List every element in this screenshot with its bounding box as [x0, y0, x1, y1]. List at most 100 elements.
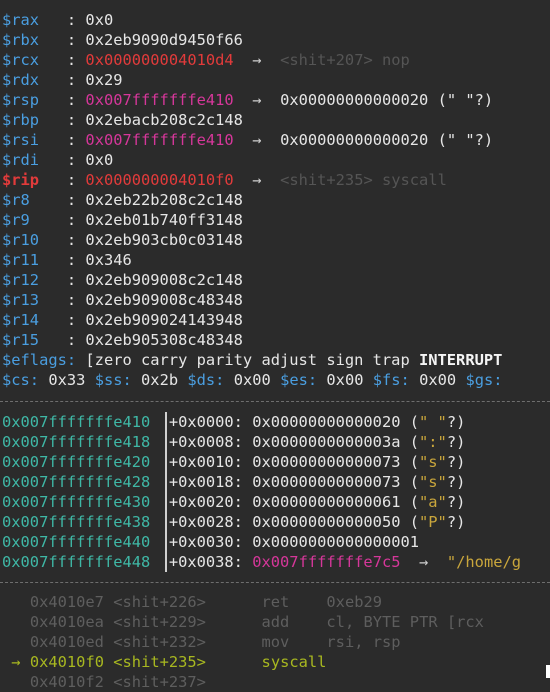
- register-value: 0x346: [85, 251, 132, 269]
- disasm-address: 0x4010f2: [29, 673, 104, 691]
- arrow-icon: →: [252, 171, 262, 189]
- stack-offset: +0x0018:: [168, 473, 243, 491]
- register-value: 0x0: [85, 11, 114, 29]
- stack-offset: +0x0020:: [168, 493, 243, 511]
- register-value: 0x000000004010d4: [85, 51, 234, 69]
- register-name: $rsi: [2, 131, 40, 149]
- register-row: $r15 : 0x2eb905308c48348: [2, 331, 243, 349]
- register-value: 0x2eb909008c2c148: [85, 271, 243, 289]
- arrow-icon: →: [252, 91, 262, 109]
- disasm-operands: cl, BYTE PTR [rcx: [326, 613, 484, 631]
- stack-char: "a": [419, 493, 447, 511]
- register-name: $r12: [2, 271, 40, 289]
- register-row: $r9 : 0x2eb01b740ff3148: [2, 211, 243, 229]
- register-row: $rip : 0x000000004010f0 → <shit+235> sys…: [2, 171, 447, 189]
- stack-char: "s": [419, 473, 447, 491]
- stack-address: 0x007fffffffe438: [2, 513, 151, 531]
- register-value: 0x2eb01b740ff3148: [85, 211, 243, 229]
- stack-address: 0x007fffffffe448: [2, 553, 151, 571]
- register-name: $r13: [2, 291, 40, 309]
- stack-value: 0x00000000000050 (: [242, 513, 420, 531]
- segment-name: $ds:: [187, 371, 225, 389]
- register-value: 0x2eb905308c48348: [85, 331, 243, 349]
- disasm-address: 0x4010ea: [29, 613, 104, 631]
- disasm-mnemonic: mov: [261, 633, 290, 651]
- register-value: 0x000000004010f0: [85, 171, 234, 189]
- segment-name: $es:: [280, 371, 318, 389]
- register-name: $r11: [2, 251, 40, 269]
- disasm-symbol: <shit+237>: [113, 673, 206, 691]
- stack-address: 0x007fffffffe418: [2, 433, 151, 451]
- register-value: 0x007fffffffe410: [85, 131, 234, 149]
- disasm-symbol: <shit+226>: [113, 593, 206, 611]
- register-symbol: <shit+235> syscall: [280, 171, 447, 189]
- segment-name: $gs:: [465, 371, 503, 389]
- stack-address: 0x007fffffffe428: [2, 473, 151, 491]
- stack-string: "/home/g: [446, 553, 522, 571]
- disasm-symbol: <shit+229>: [113, 613, 206, 631]
- segments-row: $cs: 0x33 $ss: 0x2b $ds: 0x00 $es: 0x00 …: [2, 370, 503, 390]
- stack-value: 0x00000000000073 (: [242, 473, 420, 491]
- stack-row: 0x007fffffffe420 +0x0010: 0x000000000000…: [2, 452, 465, 472]
- eflags-row: $eflags: [zero carry parity adjust sign …: [2, 350, 502, 370]
- stack-address: 0x007fffffffe440: [2, 533, 151, 551]
- register-name: $rip: [2, 171, 40, 189]
- disasm-address: 0x4010f0: [29, 653, 104, 671]
- stack-char: ":": [419, 433, 447, 451]
- register-name: $r14: [2, 311, 40, 329]
- register-deref: 0x00000000000020 (" "?): [280, 131, 494, 149]
- register-name: $r9: [2, 211, 30, 229]
- disasm-address: 0x4010ed: [29, 633, 104, 651]
- stack-value: 0x00000000000073 (: [242, 453, 420, 471]
- register-row: $rdx : 0x29: [2, 71, 123, 89]
- stack-offset: +0x0028:: [168, 513, 243, 531]
- register-row: $rax : 0x0: [2, 11, 114, 29]
- register-name: $rsp: [2, 91, 40, 109]
- stack-row: 0x007fffffffe430 +0x0020: 0x000000000000…: [2, 492, 465, 512]
- segment-value: 0x00: [224, 371, 281, 389]
- stack-offset: +0x0030:: [168, 533, 243, 551]
- register-value: 0x007fffffffe410: [85, 91, 234, 109]
- arrow-icon: →: [252, 51, 262, 69]
- stack-row: 0x007fffffffe418 +0x0008: 0x000000000000…: [2, 432, 465, 452]
- stack-row: 0x007fffffffe428 +0x0018: 0x000000000000…: [2, 472, 465, 492]
- register-name: $rcx: [2, 51, 40, 69]
- disasm-mnemonic: add: [261, 613, 290, 631]
- stack-pointer-value: 0x007fffffffe7c5: [252, 553, 401, 571]
- stack-tail: ?): [446, 453, 466, 471]
- register-deref: 0x00000000000020 (" "?): [280, 91, 494, 109]
- register-row: $r8 : 0x2eb22b208c2c148: [2, 191, 243, 209]
- stack-address: 0x007fffffffe410: [2, 413, 151, 431]
- section-separator: [0, 582, 550, 583]
- disasm-address: 0x4010e7: [29, 593, 104, 611]
- eflags-value: [zero carry parity adjust sign trap: [76, 351, 419, 369]
- register-name: $r8: [2, 191, 30, 209]
- disasm-operands: rsi, rsp: [326, 633, 401, 651]
- stack-offset: +0x0010:: [168, 453, 243, 471]
- register-value: 0x2eb909008c48348: [85, 291, 243, 309]
- disasm-row: 0x4010ed <shit+232> mov rsi, rsp: [2, 632, 401, 652]
- register-row: $rsp : 0x007fffffffe410 → 0x000000000000…: [2, 91, 494, 109]
- stack-row: 0x007fffffffe448 +0x0038: 0x007fffffffe7…: [2, 552, 521, 572]
- segment-name: $fs:: [372, 371, 410, 389]
- arrow-icon: →: [419, 553, 429, 571]
- stack-tail: ?): [446, 413, 466, 431]
- eflags-label: $eflags:: [2, 351, 77, 369]
- stack-tail: ?): [446, 473, 466, 491]
- stack-offset: +0x0038:: [168, 553, 243, 571]
- register-value: 0x2eb909024143948: [85, 311, 243, 329]
- disasm-operands: 0xeb29: [326, 593, 383, 611]
- register-value: 0x0: [85, 151, 114, 169]
- register-value: 0x2eb903cb0c03148: [85, 231, 243, 249]
- stack-value: 0x00000000000020 (: [242, 413, 420, 431]
- disasm-symbol: <shit+232>: [113, 633, 206, 651]
- register-row: $r11 : 0x346: [2, 251, 132, 269]
- disasm-row: 0x4010e7 <shit+226> ret 0xeb29: [2, 592, 382, 612]
- register-value: 0x29: [85, 71, 123, 89]
- disasm-row: 0x4010ea <shit+229> add cl, BYTE PTR [rc…: [2, 612, 484, 632]
- register-value: 0x2eb9090d9450f66: [85, 31, 243, 49]
- register-row: $r13 : 0x2eb909008c48348: [2, 291, 243, 309]
- stack-char: "s": [419, 453, 447, 471]
- register-row: $rdi : 0x0: [2, 151, 114, 169]
- disasm-symbol: <shit+235>: [113, 653, 206, 671]
